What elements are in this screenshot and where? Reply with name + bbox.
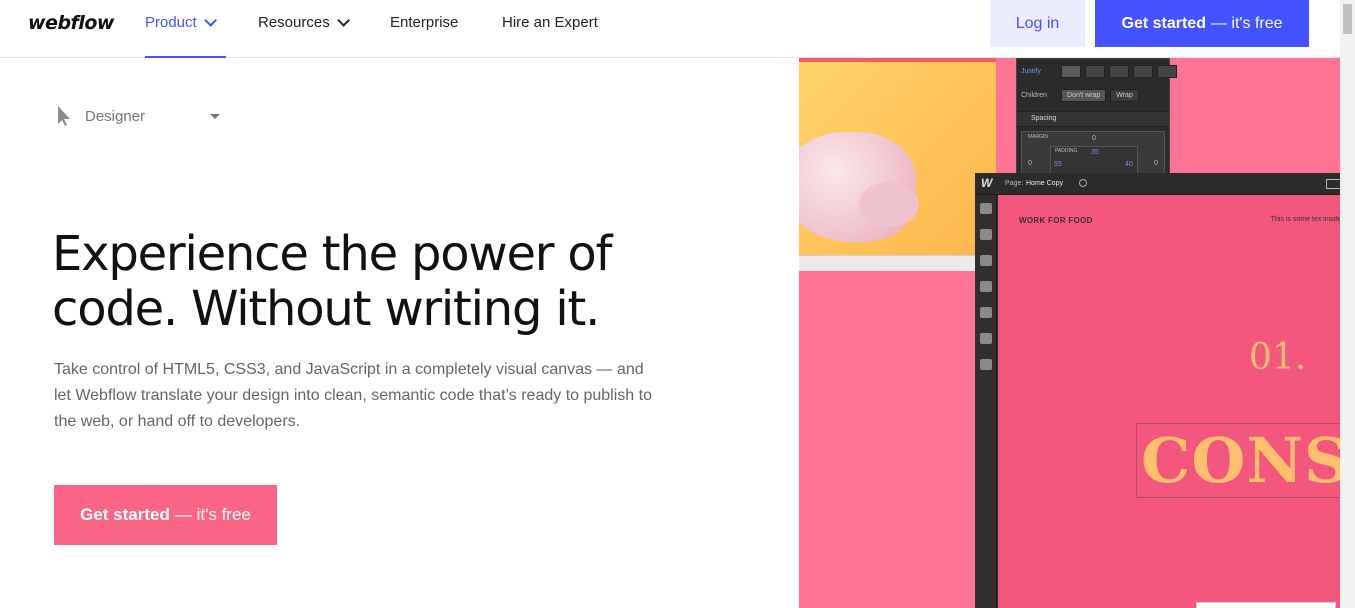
justify-label: Justify: [1021, 68, 1041, 75]
canvas-big-text: CONS: [1136, 423, 1340, 498]
webflow-w-logo: W: [981, 176, 993, 190]
cursor-icon: [58, 106, 70, 126]
navigator-icon: [980, 229, 992, 240]
editor-topbar: W Page: Home Copy: [975, 173, 1340, 195]
assets-icon: [980, 333, 992, 344]
nav-item-label: Product: [145, 14, 197, 31]
padding-left-value: 55: [1054, 161, 1062, 168]
margin-left-value: 0: [1028, 160, 1032, 167]
ice-cream-image-shadow: [859, 182, 919, 227]
hero-title: Experience the power of code. Without wr…: [52, 226, 612, 337]
children-row: Children Don't wrap Wrap: [1021, 89, 1139, 102]
wrap-option: Wrap: [1110, 89, 1139, 102]
hero-subtitle: Take control of HTML5, CSS3, and JavaScr…: [54, 361, 652, 430]
ecommerce-icon: [980, 307, 992, 318]
spacing-section-header: Spacing: [1017, 111, 1169, 127]
margin-box: MARGIN 0 0 0 PADDING 35 55 40: [1021, 131, 1165, 175]
grey-strip: [799, 255, 975, 271]
page-label: Page:: [1005, 180, 1024, 187]
button-label-bold: Get started: [80, 505, 170, 524]
chevron-down-icon: [203, 14, 217, 27]
product-visual: Justify Children Don't wrap Wrap Spacing…: [799, 58, 1340, 608]
justify-row: Justify: [1021, 65, 1177, 78]
cms-icon: [980, 281, 992, 292]
editor-left-toolbar: [975, 195, 997, 608]
dont-wrap-option: Don't wrap: [1061, 89, 1107, 102]
settings-icon: [980, 359, 992, 370]
product-selector-label: Designer: [85, 107, 146, 125]
nav-item-label: Enterprise: [390, 14, 459, 31]
top-nav: webflow Product Resources Enterprise Hir…: [0, 0, 1340, 58]
pages-icon: [980, 255, 992, 266]
canvas-heading: WORK FOR FOOD: [1019, 216, 1093, 225]
padding-top-value: 35: [1091, 149, 1099, 156]
justify-start-icon: [1061, 65, 1081, 78]
padding-right-value: 40: [1125, 161, 1133, 168]
padding-box: PADDING 35 55 40: [1050, 146, 1138, 174]
nav-item-label: Hire an Expert: [502, 14, 598, 31]
get-started-nav-button[interactable]: Get started — it's free: [1095, 0, 1309, 47]
button-label-light: — it's free: [174, 505, 251, 524]
chevron-down-icon: [336, 14, 350, 27]
product-selector[interactable]: Designer: [55, 105, 220, 127]
canvas-number: 01.: [1249, 337, 1307, 378]
design-canvas: WORK FOR FOOD This is some tex inside of…: [998, 195, 1340, 608]
login-button[interactable]: Log in: [990, 0, 1085, 47]
margin-right-value: 0: [1154, 160, 1158, 167]
button-label-light: — it's free: [1210, 14, 1283, 32]
nav-item-hire-expert[interactable]: Hire an Expert: [502, 14, 598, 31]
canvas-note: This is some tex inside of a div block: [1270, 216, 1340, 223]
margin-top-value: 0: [1092, 135, 1096, 142]
padding-label: PADDING: [1055, 148, 1078, 154]
children-label: Children: [1021, 92, 1048, 99]
active-tab-underline: [145, 56, 226, 58]
page-scrollbar[interactable]: [1340, 0, 1355, 608]
justify-end-icon: [1109, 65, 1129, 78]
nav-item-label: Resources: [258, 14, 330, 31]
desktop-view-icon: [1326, 179, 1340, 189]
add-icon: [980, 203, 992, 214]
style-panel: Justify Children Don't wrap Wrap Spacing…: [1016, 58, 1177, 176]
nav-item-product[interactable]: Product: [145, 14, 217, 31]
scrollbar-thumb[interactable]: [1343, 4, 1352, 34]
page-settings-icon: [1079, 179, 1087, 187]
justify-center-icon: [1085, 65, 1105, 78]
yellow-image-card: [799, 58, 996, 255]
nav-item-resources[interactable]: Resources: [258, 14, 350, 31]
margin-label: MARGIN: [1028, 134, 1048, 140]
button-label-bold: Get started: [1121, 14, 1206, 32]
justify-around-icon: [1157, 65, 1177, 78]
nav-item-enterprise[interactable]: Enterprise: [390, 14, 458, 31]
justify-between-icon: [1133, 65, 1153, 78]
designer-editor-window: W Page: Home Copy WORK FOR FOOD This is …: [975, 173, 1340, 608]
caret-down-icon: [210, 114, 220, 119]
page-name: Home Copy: [1026, 180, 1063, 187]
canvas-bottom-element: [1196, 602, 1336, 608]
webflow-logo[interactable]: webflow: [28, 12, 114, 34]
get-started-hero-button[interactable]: Get started — it's free: [54, 485, 277, 545]
